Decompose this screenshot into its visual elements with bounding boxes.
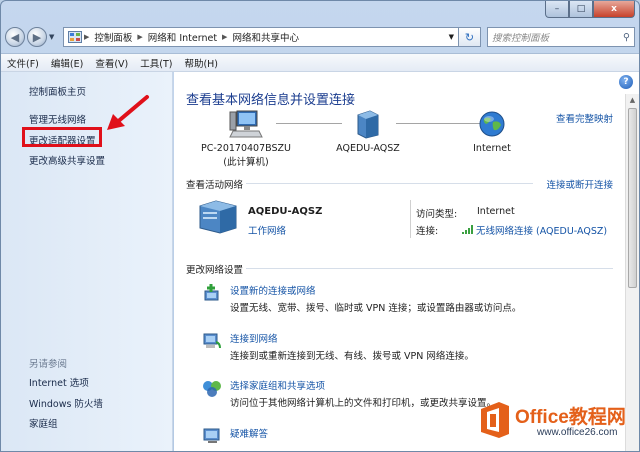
network-type-link[interactable]: 工作网络: [248, 223, 286, 237]
search-icon[interactable]: ⚲: [623, 32, 630, 43]
back-arrow-icon: ◀: [10, 30, 20, 44]
maximize-button[interactable]: □: [569, 1, 593, 18]
breadcrumb-network-sharing-center[interactable]: 网络和共享中心: [232, 30, 299, 44]
computer-name: PC-20170407BSZU: [201, 143, 291, 154]
watermark: Office教程网 www.office26.com: [475, 398, 639, 451]
connect-disconnect-link[interactable]: 连接或断开连接: [546, 177, 613, 191]
address-dropdown-icon[interactable]: ▼: [445, 33, 458, 41]
active-network-name: AQEDU-AQSZ: [248, 206, 323, 217]
window-controls: – □ x: [545, 1, 635, 18]
refresh-button[interactable]: ↻: [459, 27, 481, 47]
scroll-up-icon[interactable]: ▲: [626, 96, 639, 104]
wireless-connection-label: 无线网络连接 (AQEDU-AQSZ): [476, 226, 608, 237]
menu-help[interactable]: 帮助(H): [184, 56, 218, 70]
connections-label: 连接:: [416, 226, 439, 237]
search-input[interactable]: 搜索控制面板 ⚲: [487, 27, 635, 47]
globe-icon: [479, 111, 505, 137]
office-logo-icon: [481, 402, 509, 438]
search-placeholder: 搜索控制面板: [492, 33, 550, 44]
connect-to-network-link[interactable]: 连接到网络: [230, 331, 278, 345]
connect-network-icon: [203, 333, 221, 349]
change-settings-heading: 更改网络设置: [186, 265, 244, 276]
back-button[interactable]: ◀: [5, 27, 25, 47]
access-type-label: 访问类型:: [416, 209, 458, 220]
watermark-brand: Office教程网: [515, 407, 626, 428]
breadcrumb-network-internet[interactable]: 网络和 Internet: [148, 30, 217, 44]
history-dropdown-icon[interactable]: ▼: [49, 33, 59, 41]
troubleshoot-icon: [203, 428, 220, 443]
forward-arrow-icon: ▶: [32, 30, 42, 44]
highlight-box: [22, 127, 102, 147]
info-divider: [410, 200, 411, 238]
control-panel-icon: [68, 31, 82, 43]
main-content: ? ▲ 查看基本网络信息并设置连接 查看完整映射 PC-20170407BSZU…: [174, 72, 639, 451]
wireless-connection-link[interactable]: 无线网络连接 (AQEDU-AQSZ): [462, 223, 607, 237]
watermark-url: www.office26.com: [537, 427, 618, 438]
change-advanced-sharing-link[interactable]: 更改高级共享设置: [29, 153, 105, 167]
setup-connection-link[interactable]: 设置新的连接或网络: [230, 283, 316, 297]
minimize-button[interactable]: –: [545, 1, 569, 18]
navigation-bar: ◀ ▶ ▼ ▶ 控制面板 ▶ 网络和 Internet ▶ 网络和共享中心 ▼ …: [5, 25, 635, 49]
section-divider: [246, 183, 533, 184]
manage-wireless-networks-link[interactable]: 管理无线网络: [29, 112, 86, 126]
breadcrumb-separator-icon: ▶: [137, 33, 143, 41]
windows-firewall-link[interactable]: Windows 防火墙: [29, 396, 103, 410]
new-connection-icon: [204, 284, 219, 301]
homegroup-sharing-link[interactable]: 选择家庭组和共享选项: [230, 378, 325, 392]
connect-to-network-description: 连接到或重新连接到无线、有线、拨号或 VPN 网络连接。: [230, 351, 474, 362]
setup-connection-description: 设置无线、宽带、拨号、临时或 VPN 连接；或设置路由器或访问点。: [230, 303, 522, 314]
view-full-map-link[interactable]: 查看完整映射: [556, 111, 613, 125]
homegroup-icon: [203, 381, 221, 397]
left-task-pane: 控制面板主页 管理无线网络 更改适配器设置 更改高级共享设置 另请参阅 Inte…: [1, 72, 173, 451]
computer-icon: [229, 110, 263, 138]
active-networks-heading: 查看活动网络: [186, 180, 244, 191]
forward-button[interactable]: ▶: [27, 27, 47, 47]
section-divider: [246, 268, 613, 269]
address-bar[interactable]: ▶ 控制面板 ▶ 网络和 Internet ▶ 网络和共享中心 ▼: [63, 27, 459, 47]
internet-options-link[interactable]: Internet 选项: [29, 375, 89, 389]
menu-edit[interactable]: 编辑(E): [51, 56, 83, 70]
breadcrumb-separator-icon: ▶: [222, 33, 228, 41]
breadcrumb-control-panel[interactable]: 控制面板: [94, 30, 132, 44]
troubleshoot-link[interactable]: 疑难解答: [230, 426, 268, 440]
access-type-value: Internet: [477, 206, 515, 217]
menu-bar: 文件(F) 编辑(E) 查看(V) 工具(T) 帮助(H): [1, 53, 639, 72]
homegroup-link[interactable]: 家庭组: [29, 416, 58, 430]
refresh-icon: ↻: [464, 30, 475, 44]
map-node-internet: Internet: [444, 105, 540, 154]
red-arrow-icon: [107, 95, 149, 130]
menu-file[interactable]: 文件(F): [7, 56, 39, 70]
internet-label: Internet: [473, 143, 511, 154]
menu-view[interactable]: 查看(V): [95, 56, 128, 70]
network-name: AQEDU-AQSZ: [336, 143, 400, 154]
homegroup-sharing-description: 访问位于其他网络计算机上的文件和打印机，或更改共享设置。: [230, 398, 497, 409]
wifi-signal-icon: [462, 225, 473, 234]
map-node-computer: PC-20170407BSZU (此计算机): [198, 105, 294, 168]
network-icon: [357, 110, 379, 139]
control-panel-window: – □ x ◀ ▶ ▼ ▶ 控制面板 ▶ 网络和 Internet ▶ 网络和共…: [0, 0, 640, 452]
help-icon[interactable]: ?: [619, 75, 633, 89]
see-also-heading: 另请参阅: [29, 359, 68, 370]
active-network-icon: [199, 200, 237, 234]
close-button[interactable]: x: [593, 1, 635, 18]
control-panel-home-link[interactable]: 控制面板主页: [29, 84, 86, 98]
map-node-network: AQEDU-AQSZ: [320, 105, 416, 154]
breadcrumb-separator-icon: ▶: [84, 33, 90, 41]
computer-subtitle: (此计算机): [223, 157, 269, 168]
menu-tools[interactable]: 工具(T): [140, 56, 172, 70]
scrollbar-thumb[interactable]: [628, 108, 637, 288]
